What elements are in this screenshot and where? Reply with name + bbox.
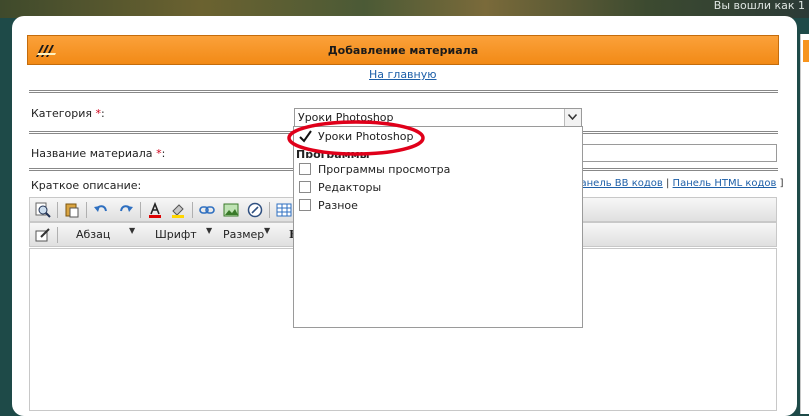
code-panel-links: Панель BB кодов | Панель HTML кодов ] (573, 178, 784, 189)
toolbar-separator (140, 202, 141, 218)
chevron-down-icon: ▼ (129, 226, 136, 235)
material-title-input[interactable] (580, 144, 777, 162)
short-description-label: Краткое описание: (31, 179, 142, 192)
html-codes-panel-link[interactable]: Панель HTML кодов (673, 178, 777, 189)
preview-zoom-icon[interactable] (35, 202, 51, 218)
chevron-down-icon: ▼ (206, 226, 213, 235)
chevron-down-icon: ▼ (264, 226, 271, 235)
option-label: Программы просмотра (318, 163, 451, 176)
edit-source-icon[interactable] (35, 227, 51, 243)
label-colon: : (100, 107, 105, 120)
divider (29, 90, 778, 93)
font-select[interactable]: Шрифт (155, 227, 197, 243)
toolbar-separator (57, 227, 58, 243)
category-label-text: Категория (31, 107, 92, 120)
login-status: Вы вошли как 1 (713, 0, 805, 12)
toolbar-separator (192, 202, 193, 218)
redo-icon[interactable] (118, 202, 134, 218)
chevron-down-icon (568, 114, 577, 120)
home-link[interactable]: На главную (369, 68, 437, 81)
background-color-icon[interactable] (170, 202, 186, 218)
paragraph-format-select[interactable]: Абзац (76, 227, 110, 243)
checkbox[interactable] (299, 163, 311, 175)
paste-icon[interactable] (64, 202, 80, 218)
undo-icon[interactable] (93, 202, 109, 218)
checkbox[interactable] (299, 181, 311, 193)
option-label: Редакторы (318, 181, 382, 194)
side-panel-accent (803, 40, 809, 62)
text-color-icon[interactable] (147, 202, 163, 218)
toolbar-separator (269, 202, 270, 218)
size-select[interactable]: Размер (223, 227, 264, 243)
bracket-close: ] (779, 178, 784, 189)
separator-pipe: | (665, 178, 670, 189)
title-label-text: Название материала (31, 147, 153, 160)
flash-icon[interactable] (247, 202, 263, 218)
page-title: Добавление материала (327, 44, 479, 57)
image-icon[interactable] (223, 202, 239, 218)
category-select-button[interactable] (564, 109, 581, 126)
checkbox[interactable] (299, 199, 311, 211)
category-label: Категория *: (31, 107, 105, 120)
page-header: Добавление материала (27, 35, 779, 65)
label-colon: : (161, 147, 166, 160)
link-icon[interactable] (199, 202, 215, 218)
annotation-ellipse (287, 120, 425, 156)
option-label: Разное (318, 199, 358, 212)
title-label: Название материала *: (31, 147, 165, 160)
side-panel-edge (800, 34, 809, 414)
toolbar-separator (57, 202, 58, 218)
table-icon[interactable] (276, 202, 292, 218)
bb-codes-panel-link[interactable]: Панель BB кодов (573, 178, 663, 189)
toolbar-separator (86, 202, 87, 218)
